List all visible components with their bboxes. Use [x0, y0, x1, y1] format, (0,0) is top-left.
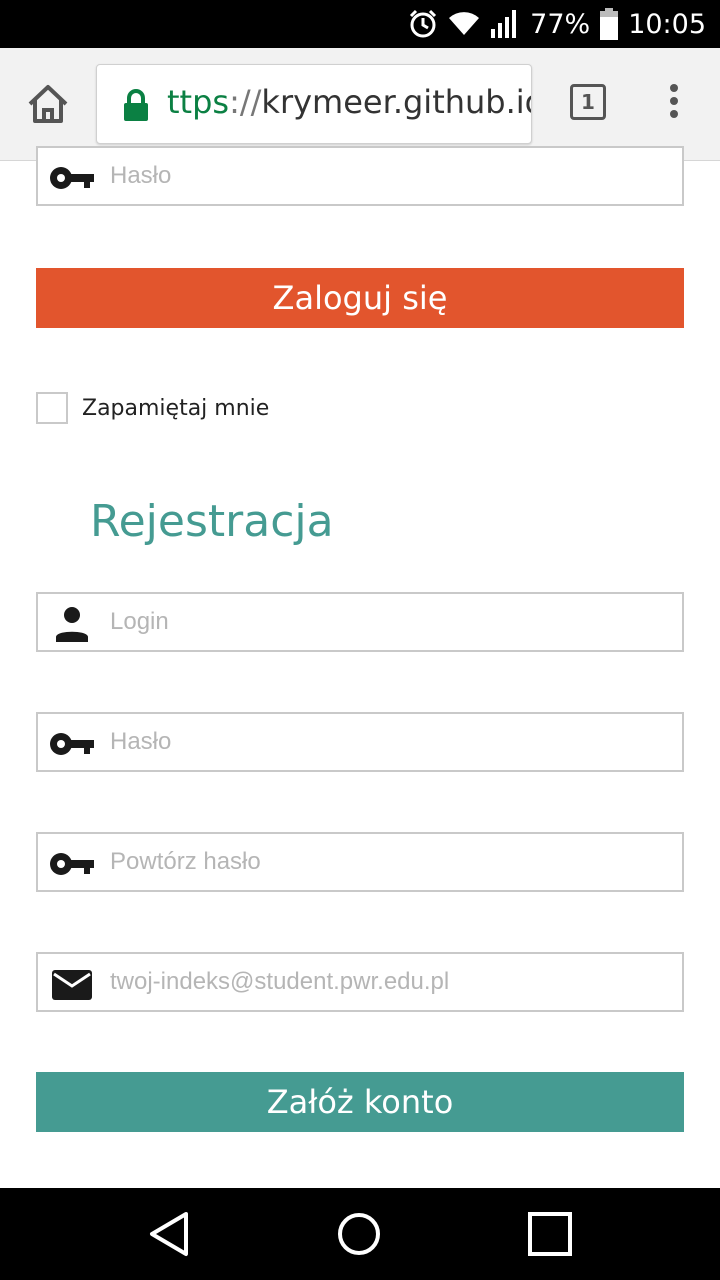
register-login-input[interactable] [110, 594, 670, 650]
home-nav-icon[interactable] [335, 1210, 383, 1258]
register-repeat-password-field[interactable] [36, 832, 684, 892]
navigation-bar [0, 1188, 720, 1280]
clock: 10:05 [628, 8, 706, 40]
wifi-icon [449, 12, 480, 35]
battery-percent: 77% [530, 8, 591, 40]
battery-icon [600, 8, 619, 40]
register-password-input[interactable] [110, 714, 670, 770]
register-login-field[interactable] [36, 592, 684, 652]
register-email-input[interactable] [110, 954, 670, 1010]
register-email-field[interactable] [36, 952, 684, 1012]
register-heading: Rejestracja [90, 496, 334, 547]
person-icon [56, 607, 88, 642]
register-repeat-password-input[interactable] [110, 834, 670, 890]
status-bar: 77% 10:05 [0, 0, 720, 48]
key-icon [50, 853, 94, 875]
status-icons: 77% 10:05 [408, 0, 706, 48]
recents-icon[interactable] [526, 1210, 574, 1258]
alarm-icon [410, 9, 437, 38]
signal-icon [491, 10, 517, 38]
key-icon [50, 167, 94, 189]
back-icon[interactable] [146, 1210, 194, 1258]
envelope-icon [52, 970, 92, 1000]
login-button[interactable]: Zaloguj się [36, 268, 684, 328]
register-button[interactable]: Załóż konto [36, 1072, 684, 1132]
key-icon [50, 733, 94, 755]
register-password-field[interactable] [36, 712, 684, 772]
remember-me-checkbox[interactable] [36, 392, 68, 424]
remember-me-label: Zapamiętaj mnie [82, 395, 270, 421]
remember-me[interactable]: Zapamiętaj mnie [36, 392, 269, 424]
